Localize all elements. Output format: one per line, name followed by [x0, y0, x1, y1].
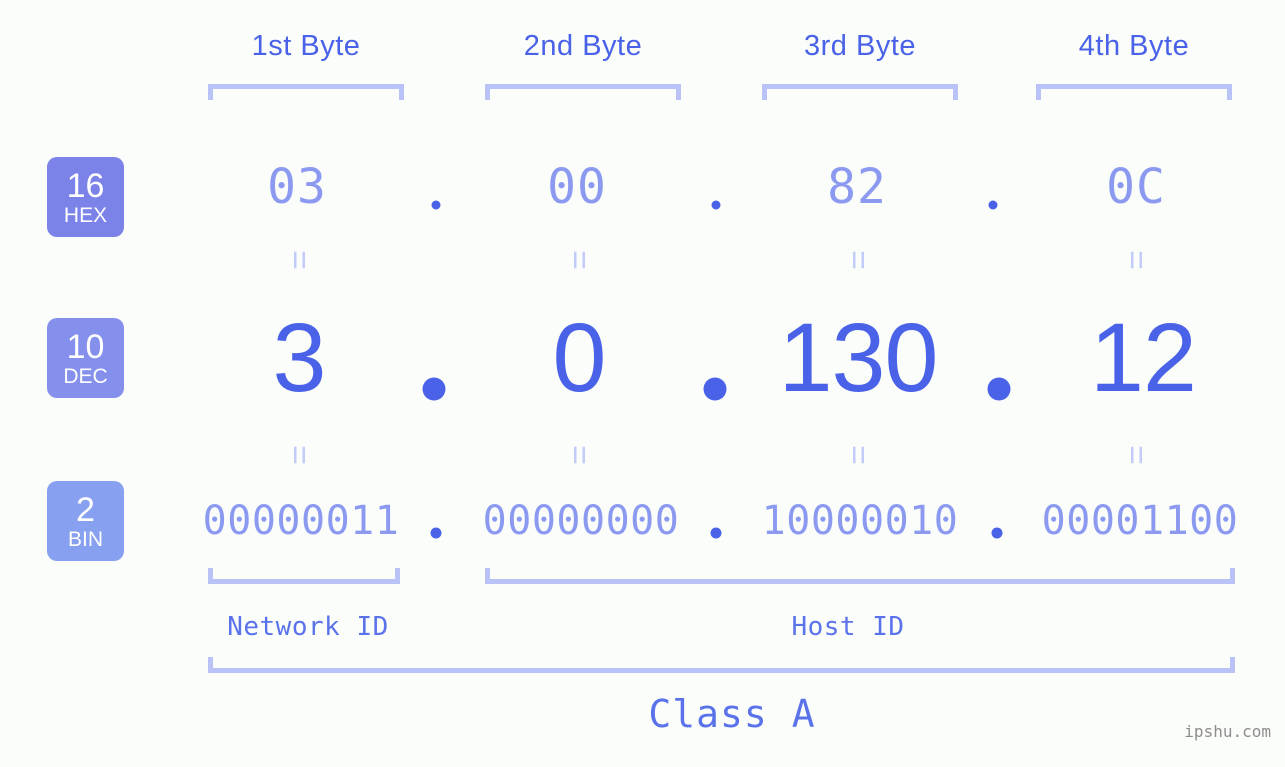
bin-separator-1 [430, 527, 442, 539]
dec-octet-3: 130 [778, 303, 939, 412]
byte-header-1: 1st Byte [251, 30, 361, 62]
dec-separator-2 [703, 377, 727, 401]
dec-separator-3 [987, 377, 1011, 401]
dec-octet-2: 0 [552, 303, 607, 412]
byte-bracket-4 [1036, 84, 1232, 100]
bin-octet-4: 00001100 [1041, 498, 1239, 544]
badge-dec-number: 10 [66, 327, 105, 366]
watermark: ipshu.com [1184, 722, 1271, 741]
badge-dec: 10 DEC [47, 318, 124, 398]
equals-connector-dec-bin-4: = [1117, 445, 1155, 465]
bin-separator-3 [991, 527, 1003, 539]
host-id-label: Host ID [791, 612, 905, 642]
dec-octet-4: 12 [1090, 303, 1197, 412]
byte-header-2: 2nd Byte [523, 30, 643, 62]
network-id-label: Network ID [227, 612, 389, 642]
byte-header-4: 4th Byte [1078, 30, 1190, 62]
bin-separator-2 [710, 527, 722, 539]
equals-connector-dec-bin-3: = [839, 445, 877, 465]
hex-separator-1 [431, 200, 441, 210]
hex-separator-2 [711, 200, 721, 210]
badge-bin: 2 BIN [47, 481, 124, 561]
hex-octet-3: 82 [827, 159, 887, 215]
byte-bracket-3 [762, 84, 958, 100]
badge-bin-number: 2 [76, 490, 95, 529]
hex-octet-4: 0C [1106, 159, 1166, 215]
equals-connector-dec-bin-1: = [280, 445, 318, 465]
diagram-canvas: 1st Byte 2nd Byte 3rd Byte 4th Byte 16 H… [0, 0, 1285, 767]
badge-dec-system: DEC [63, 364, 108, 388]
hex-octet-2: 00 [547, 159, 607, 215]
equals-connector-hex-dec-3: = [839, 250, 877, 270]
equals-connector-hex-dec-2: = [560, 250, 598, 270]
byte-bracket-1 [208, 84, 404, 100]
host-id-bracket [485, 568, 1235, 584]
bin-octet-3: 10000010 [761, 498, 959, 544]
byte-header-3: 3rd Byte [804, 30, 916, 62]
dec-separator-1 [422, 377, 446, 401]
bin-octet-2: 00000000 [482, 498, 680, 544]
badge-hex: 16 HEX [47, 157, 124, 237]
equals-connector-hex-dec-1: = [280, 250, 318, 270]
equals-connector-hex-dec-4: = [1117, 250, 1155, 270]
badge-hex-number: 16 [66, 166, 105, 205]
class-label: Class A [648, 692, 816, 736]
byte-bracket-2 [485, 84, 681, 100]
bin-octet-1: 00000011 [202, 498, 400, 544]
badge-hex-system: HEX [63, 203, 108, 227]
hex-separator-3 [988, 200, 998, 210]
network-id-bracket [208, 568, 400, 584]
dec-octet-1: 3 [272, 303, 327, 412]
equals-connector-dec-bin-2: = [560, 445, 598, 465]
badge-bin-system: BIN [67, 527, 103, 551]
class-bracket [208, 657, 1235, 673]
hex-octet-1: 03 [267, 159, 327, 215]
